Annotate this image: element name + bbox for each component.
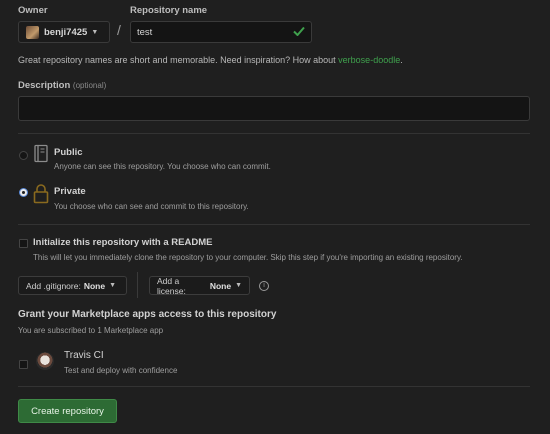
readme-desc: This will let you immediately clone the …	[33, 253, 463, 262]
description-label: Description (optional)	[18, 80, 107, 91]
private-title: Private	[54, 186, 86, 197]
license-dropdown[interactable]: Add a license: None ▼	[149, 276, 250, 296]
public-title: Public	[54, 147, 83, 158]
marketplace-title: Grant your Marketplace apps access to th…	[18, 309, 277, 320]
divider	[18, 386, 530, 387]
public-desc: Anyone can see this repository. You choo…	[54, 162, 271, 171]
optional-tag: (optional)	[72, 81, 107, 90]
readme-checkbox[interactable]	[19, 239, 28, 248]
owner-name: benji7425	[44, 26, 88, 38]
travis-checkbox[interactable]	[19, 360, 28, 369]
owner-avatar	[26, 25, 39, 39]
public-radio[interactable]	[19, 151, 28, 160]
app-desc: Test and deploy with confidence	[64, 366, 178, 375]
suggestion-link[interactable]: verbose-doodle	[338, 55, 400, 65]
description-input[interactable]	[18, 96, 530, 121]
owner-repo-separator: /	[117, 22, 121, 38]
gitignore-dropdown[interactable]: Add .gitignore: None ▼	[18, 276, 127, 295]
divider	[18, 224, 530, 225]
marketplace-subtitle: You are subscribed to 1 Marketplace app	[18, 326, 164, 335]
name-suggestion: Great repository names are short and mem…	[18, 55, 403, 65]
chevron-down-icon: ▼	[91, 28, 99, 36]
travis-avatar	[36, 352, 54, 370]
readme-title: Initialize this repository with a README	[33, 237, 213, 248]
owner-dropdown[interactable]: benji7425 ▼	[18, 21, 110, 43]
chevron-down-icon: ▼	[109, 282, 117, 289]
repo-name-input[interactable]	[130, 21, 312, 43]
lock-icon	[33, 184, 49, 204]
check-icon	[293, 26, 305, 36]
create-repository-button[interactable]: Create repository	[18, 399, 117, 423]
info-icon[interactable]: i	[259, 281, 269, 291]
app-name: Travis CI	[64, 350, 104, 361]
private-radio[interactable]	[19, 188, 28, 197]
divider	[18, 133, 530, 134]
private-desc: You choose who can see and commit to thi…	[54, 202, 249, 211]
owner-label: Owner	[18, 5, 48, 16]
repo-book-icon	[34, 144, 48, 163]
repo-name-label: Repository name	[130, 5, 208, 16]
vertical-divider	[137, 272, 138, 298]
chevron-down-icon: ▼	[235, 282, 242, 289]
